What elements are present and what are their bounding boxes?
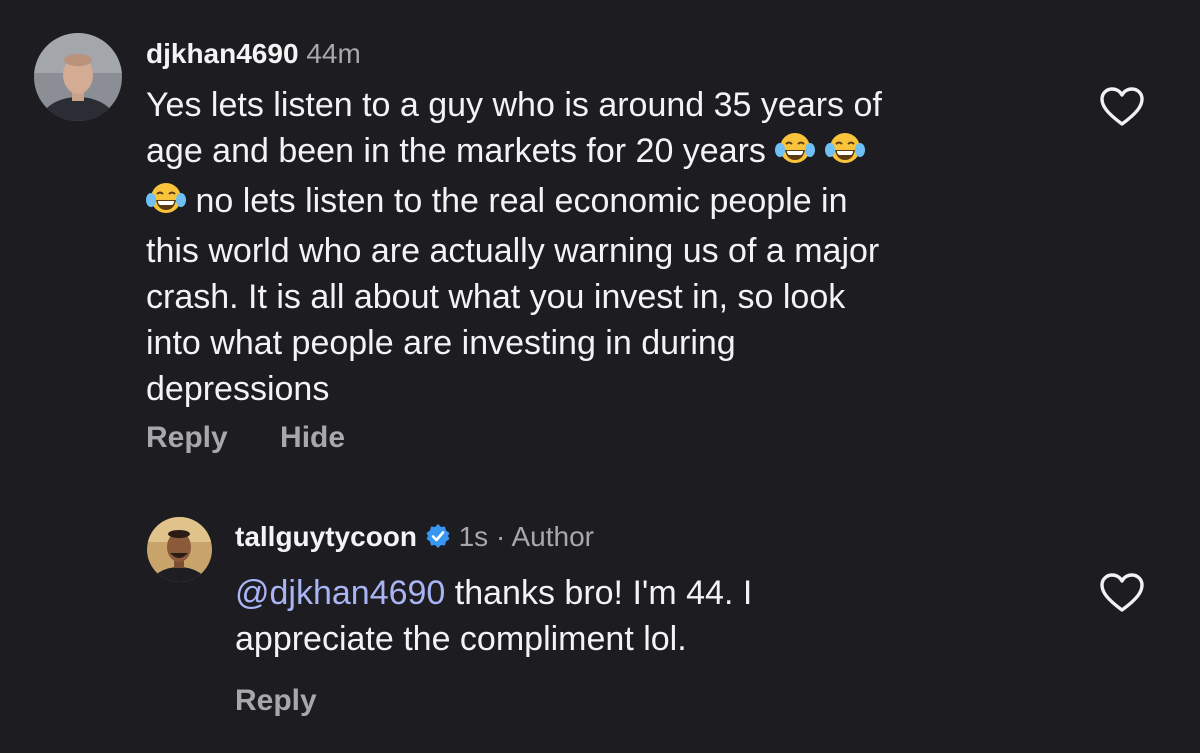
tears-of-joy-emoji-icon <box>824 130 865 178</box>
username[interactable]: djkhan4690 <box>146 38 299 69</box>
comment-line: this world who are actually warning us o… <box>146 232 880 270</box>
avatar[interactable] <box>147 517 212 582</box>
comment-line: age and been in the markets for 20 years <box>146 128 882 178</box>
comment-actions: Reply <box>235 684 317 718</box>
mention-link[interactable]: @djkhan4690 <box>235 574 445 612</box>
comment-line: depressions <box>146 370 330 408</box>
timestamp: 1s <box>458 521 489 552</box>
comment-header: djkhan4690 44m <box>146 40 361 68</box>
comment-line: no lets listen to the real economic peop… <box>146 178 882 228</box>
comment-line: into what people are investing in during <box>146 324 736 362</box>
comment-line: Yes lets listen to a guy who is around 3… <box>146 86 882 124</box>
reply-button[interactable]: Reply <box>146 421 228 455</box>
author-label: Author <box>511 521 595 552</box>
comment-body: Yes lets listen to a guy who is around 3… <box>146 82 882 412</box>
separator: · <box>495 521 506 552</box>
avatar[interactable] <box>34 33 122 121</box>
comment-line: @djkhan4690 thanks bro! I'm 44. I <box>235 570 752 616</box>
reply-button[interactable]: Reply <box>235 684 317 718</box>
comment-line-text: age and been in the markets for 20 years <box>146 132 766 170</box>
timestamp: 44m <box>306 38 361 69</box>
hide-button[interactable]: Hide <box>280 421 345 455</box>
like-heart-icon[interactable] <box>1099 86 1145 128</box>
verified-badge-icon <box>425 523 451 554</box>
tears-of-joy-emoji-icon <box>775 130 816 178</box>
comment-line-text: no lets listen to the real economic peop… <box>195 182 848 220</box>
comment-actions: Reply Hide <box>146 421 345 455</box>
comment-line: appreciate the compliment lol. <box>235 620 687 658</box>
comment-line-text: thanks bro! I'm 44. I <box>445 574 753 612</box>
like-heart-icon[interactable] <box>1099 572 1145 614</box>
comment-line: crash. It is all about what you invest i… <box>146 278 846 316</box>
username[interactable]: tallguytycoon <box>235 521 417 552</box>
comment-header: tallguytycoon 1s · Author <box>235 523 594 554</box>
comment-body: @djkhan4690 thanks bro! I'm 44. I apprec… <box>235 570 752 662</box>
tears-of-joy-emoji-icon <box>146 180 186 228</box>
